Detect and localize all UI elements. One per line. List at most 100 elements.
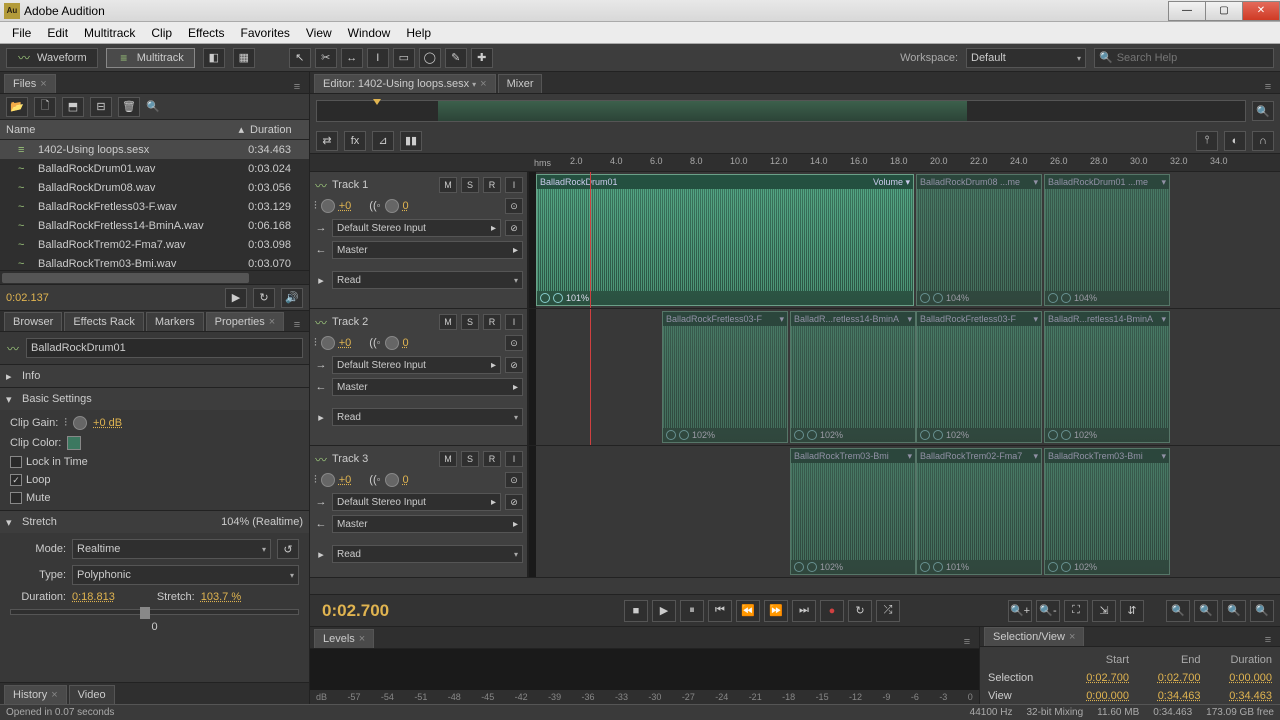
- skip-button[interactable]: ⤮: [876, 600, 900, 622]
- waveform-mode-button[interactable]: 〰Waveform: [6, 48, 98, 68]
- zoom-in-v[interactable]: ⇵: [1120, 600, 1144, 622]
- file-row[interactable]: ~BalladRockFretless14-BminA.wav0:06.168: [0, 216, 309, 235]
- video-tab[interactable]: Video: [69, 685, 115, 704]
- track-lane[interactable]: BalladRockFretless03-F ▾102%BalladR...re…: [536, 309, 1280, 445]
- menu-help[interactable]: Help: [398, 23, 439, 43]
- ripple-button[interactable]: ◐: [1224, 131, 1246, 151]
- multitrack-mode-button[interactable]: ≡Multitrack: [106, 48, 195, 68]
- stretch-percent[interactable]: 103.7 %: [201, 591, 241, 603]
- toolbar-tool-2[interactable]: ▦: [233, 48, 255, 68]
- brush-tool[interactable]: ✎: [445, 48, 467, 68]
- menu-file[interactable]: File: [4, 23, 39, 43]
- file-row[interactable]: ~BalladRockTrem02-Fma7.wav0:03.098: [0, 235, 309, 254]
- file-row[interactable]: ~BalladRockDrum08.wav0:03.056: [0, 178, 309, 197]
- insert-button[interactable]: ⬒: [62, 97, 84, 117]
- go-start-button[interactable]: ⏮: [708, 600, 732, 622]
- play-button[interactable]: ▶: [652, 600, 676, 622]
- pan-knob[interactable]: [385, 336, 399, 350]
- move-tool[interactable]: ↖: [289, 48, 311, 68]
- new-file-button[interactable]: 🗋: [34, 97, 56, 117]
- rewind-button[interactable]: ⏪: [736, 600, 760, 622]
- zoom-full-button[interactable]: ⛶: [1064, 600, 1088, 622]
- audio-clip[interactable]: BalladRockFretless03-F ▾102%: [662, 311, 788, 443]
- fx-button[interactable]: ⊙: [505, 472, 523, 488]
- minimize-button[interactable]: —: [1168, 1, 1206, 21]
- menu-view[interactable]: View: [298, 23, 340, 43]
- lock-checkbox[interactable]: Lock in Time: [10, 456, 88, 468]
- arm-button[interactable]: R: [483, 314, 501, 330]
- automation-select[interactable]: Read: [332, 545, 523, 563]
- mute-button[interactable]: M: [439, 314, 457, 330]
- file-row[interactable]: ~BalladRockTrem03-Bmi.wav0:03.070: [0, 254, 309, 270]
- sel-start[interactable]: 0:02.700: [1058, 672, 1130, 684]
- zoom-c[interactable]: 🔍: [1222, 600, 1246, 622]
- effects-rack-tab[interactable]: Effects Rack: [64, 312, 144, 331]
- tool-b[interactable]: fx: [344, 131, 366, 151]
- fx-button[interactable]: ⊙: [505, 198, 523, 214]
- stretch-slider[interactable]: [10, 609, 299, 615]
- panel-menu-icon[interactable]: ≡: [289, 81, 305, 93]
- audio-clip[interactable]: BalladRockTrem02-Fma7 ▾101%: [916, 448, 1042, 575]
- history-tab[interactable]: History×: [4, 685, 67, 704]
- clip-color-swatch[interactable]: [67, 436, 81, 450]
- browser-tab[interactable]: Browser: [4, 312, 62, 331]
- close-button[interactable]: ✕: [1242, 1, 1280, 21]
- stretch-type-select[interactable]: Polyphonic: [72, 565, 299, 585]
- output-select[interactable]: Master▸: [332, 241, 523, 259]
- zoom-d[interactable]: 🔍: [1250, 600, 1274, 622]
- snap-button[interactable]: ⫯: [1196, 131, 1218, 151]
- overview-bar[interactable]: [316, 100, 1246, 122]
- slip-tool[interactable]: ↔: [341, 48, 363, 68]
- view-start[interactable]: 0:00.000: [1058, 690, 1130, 702]
- editor-menu-icon[interactable]: ≡: [1260, 81, 1276, 93]
- props-menu-icon[interactable]: ≡: [289, 319, 305, 331]
- loop-preview-button[interactable]: ↻: [253, 288, 275, 308]
- files-scrollbar[interactable]: [0, 270, 309, 284]
- input-opt-button[interactable]: ⊘: [505, 494, 523, 510]
- input-select[interactable]: Default Stereo Input▸: [332, 219, 501, 237]
- delete-button[interactable]: 🗑: [118, 97, 140, 117]
- audio-clip[interactable]: BalladRockFretless03-F ▾102%: [916, 311, 1042, 443]
- volume-knob[interactable]: [321, 473, 335, 487]
- close-file-button[interactable]: ⊟: [90, 97, 112, 117]
- properties-tab[interactable]: Properties×: [206, 312, 285, 331]
- input-opt-button[interactable]: ⊘: [505, 357, 523, 373]
- menu-clip[interactable]: Clip: [143, 23, 180, 43]
- workspace-select[interactable]: Default: [966, 48, 1086, 68]
- menu-window[interactable]: Window: [340, 23, 399, 43]
- tool-c[interactable]: ⊿: [372, 131, 394, 151]
- menu-edit[interactable]: Edit: [39, 23, 76, 43]
- menu-effects[interactable]: Effects: [180, 23, 232, 43]
- file-row[interactable]: ≡1402-Using loops.sesx0:34.463: [0, 140, 309, 159]
- pan-knob[interactable]: [385, 199, 399, 213]
- basic-section[interactable]: ▾Basic Settings: [0, 388, 309, 410]
- mute-button[interactable]: M: [439, 451, 457, 467]
- pan-knob[interactable]: [385, 473, 399, 487]
- audio-clip[interactable]: BalladRockDrum01Volume ▾101%: [536, 174, 914, 306]
- record-button[interactable]: ●: [820, 600, 844, 622]
- audio-clip[interactable]: BalladRockTrem03-Bmi ▾102%: [790, 448, 916, 575]
- solo-button[interactable]: S: [461, 314, 479, 330]
- stretch-section[interactable]: ▾Stretch104% (Realtime): [0, 511, 309, 533]
- play-preview-button[interactable]: ▶: [225, 288, 247, 308]
- markers-tab[interactable]: Markers: [146, 312, 204, 331]
- levels-menu-icon[interactable]: ≡: [959, 636, 975, 648]
- sel-dur[interactable]: 0:00.000: [1201, 672, 1273, 684]
- header-duration[interactable]: Duration: [244, 124, 309, 136]
- selection-view-tab[interactable]: Selection/View×: [984, 627, 1084, 646]
- timeline-ruler[interactable]: hms 2.04.06.08.010.012.014.016.018.020.0…: [310, 154, 1280, 172]
- heal-tool[interactable]: ✚: [471, 48, 493, 68]
- zoom-in-button[interactable]: 🔍+: [1008, 600, 1032, 622]
- loop-button[interactable]: ↻: [848, 600, 872, 622]
- audio-clip[interactable]: BalladR...retless14-BminA ▾102%: [790, 311, 916, 443]
- solo-button[interactable]: S: [461, 177, 479, 193]
- autoplay-button[interactable]: 🔊: [281, 288, 303, 308]
- forward-button[interactable]: ⏩: [764, 600, 788, 622]
- editor-tab[interactable]: Editor: 1402-Using loops.sesx×: [314, 74, 496, 93]
- open-file-button[interactable]: 📂: [6, 97, 28, 117]
- stretch-mode-select[interactable]: Realtime: [72, 539, 271, 559]
- automation-select[interactable]: Read: [332, 271, 523, 289]
- toolbar-tool-1[interactable]: ◧: [203, 48, 225, 68]
- mute-checkbox[interactable]: Mute: [10, 492, 50, 504]
- razor-tool[interactable]: ✂: [315, 48, 337, 68]
